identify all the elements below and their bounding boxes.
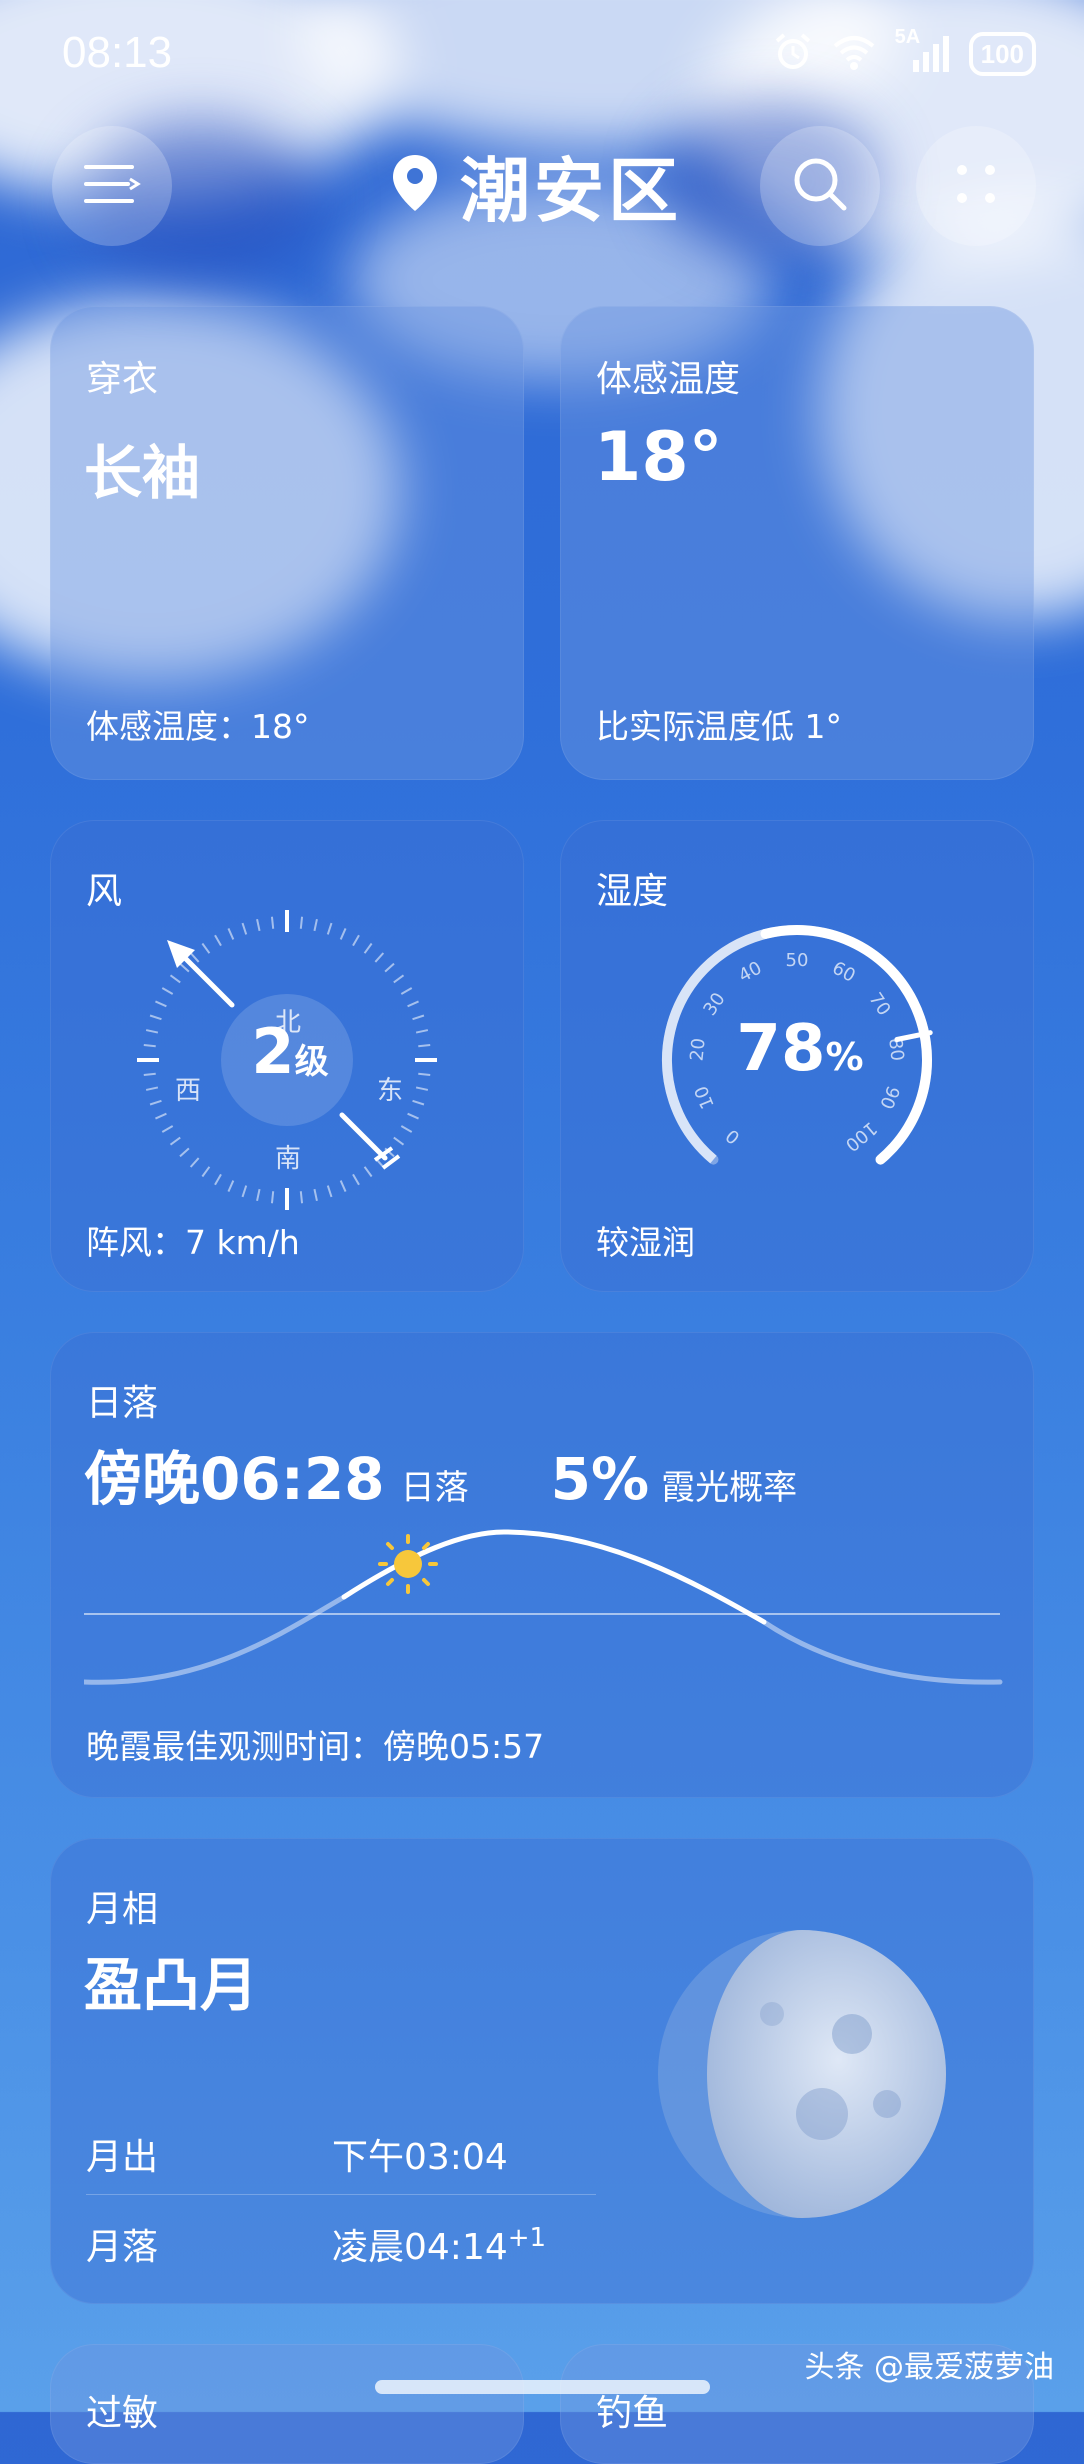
- sunset-card[interactable]: 日落 傍晚06:28 日落 5% 霞光概率 晚霞最佳观测时间：傍晚05:57: [50, 1332, 1034, 1798]
- feels-like-card[interactable]: 体感温度 18° 比实际温度低 1°: [560, 306, 1034, 780]
- home-indicator[interactable]: [375, 2380, 710, 2394]
- feels-like-label: 体感温度：: [86, 707, 251, 746]
- wind-title: 风: [86, 871, 123, 912]
- signal-icon: 5A: [895, 26, 951, 76]
- grid-dots-icon: [946, 154, 1006, 218]
- humidity-description: 较湿润: [596, 1223, 695, 1262]
- best-viewing-value: 傍晚05:57: [383, 1727, 545, 1766]
- humidity-scale-label: 100: [841, 1117, 881, 1155]
- battery-indicator: 100: [968, 32, 1036, 76]
- compass-south: 南: [274, 1144, 301, 1174]
- search-button[interactable]: [760, 126, 880, 246]
- status-icons: 5A 100: [773, 26, 1036, 78]
- feels-like-value: 18°: [251, 707, 310, 746]
- clothing-footer: 体感温度：18°: [86, 700, 310, 748]
- humidity-value: 78: [736, 1012, 826, 1086]
- allergy-title: 过敏: [86, 2393, 159, 2434]
- location[interactable]: 潮安区: [390, 140, 682, 232]
- sunset-summary: 傍晚06:28 日落 5% 霞光概率: [84, 1432, 797, 1516]
- location-pin-icon: [390, 153, 440, 217]
- moon-phase-icon: [658, 1930, 946, 2218]
- humidity-scale-label: 0: [722, 1124, 744, 1147]
- moonset-value-wrap: 凌晨04:14+1: [332, 2218, 546, 2270]
- humidity-unit: %: [825, 1035, 864, 1079]
- moonset-next-day: +1: [507, 2223, 547, 2253]
- humidity-scale-label: 10: [691, 1083, 719, 1112]
- menu-button[interactable]: [52, 126, 172, 246]
- clothing-card[interactable]: 穿衣 长袖 体感温度：18°: [50, 306, 524, 780]
- sunset-time-suffix: 日落: [400, 1468, 469, 1508]
- sun-arc-chart: [84, 1529, 1003, 1685]
- menu-icon: [80, 159, 144, 213]
- alarm-icon: [773, 32, 813, 76]
- moonset-value: 凌晨04:14: [332, 2227, 508, 2268]
- best-viewing-label: 晚霞最佳观测时间：: [86, 1727, 383, 1766]
- humidity-scale-label: 40: [735, 957, 765, 986]
- moonset-label: 月落: [86, 2227, 159, 2268]
- status-time: 08:13: [62, 28, 173, 77]
- sunset-time: 傍晚06:28: [84, 1445, 385, 1513]
- wind-level: 2级: [220, 1015, 360, 1088]
- more-button[interactable]: [916, 126, 1036, 246]
- divider: [86, 2194, 596, 2195]
- feels-like-temperature: 18°: [594, 418, 723, 497]
- moonrise-label: 月出: [86, 2137, 159, 2178]
- watermark: 头条 @最爱菠萝油: [804, 2350, 1054, 2385]
- allergy-card[interactable]: 过敏: [50, 2344, 524, 2464]
- wind-gust: 阵风：7 km/h: [86, 1216, 300, 1264]
- wind-card[interactable]: 风 北 南 西 东 2级 阵风：7 km/h: [50, 820, 524, 1292]
- humidity-scale-label: 90: [875, 1083, 903, 1112]
- gust-label: 阵风：: [86, 1223, 185, 1262]
- top-bar: 潮安区: [0, 120, 1084, 250]
- moon-card[interactable]: 月相 盈凸月 月出 下午03:04 月落 凌晨04:14+1: [50, 1838, 1034, 2304]
- moon-phase: 盈凸月: [84, 1951, 259, 2019]
- sun-icon: [378, 1534, 438, 1594]
- feels-like-title: 体感温度: [596, 359, 741, 400]
- clothing-value: 长袖: [84, 439, 201, 507]
- humidity-card[interactable]: 湿度 0 10 20 30 40 50 60 70 80 90 100 78% 较湿润: [560, 820, 1034, 1292]
- moon-title: 月相: [86, 1889, 159, 1930]
- status-bar: 08:13 5A 100: [0, 0, 1084, 110]
- humidity-scale-label: 60: [829, 957, 859, 986]
- wifi-icon: [831, 32, 877, 76]
- wind-level-unit: 级: [294, 1042, 329, 1082]
- moonrise-value: 下午03:04: [332, 2137, 508, 2178]
- feels-like-footer: 比实际温度低 1°: [596, 707, 842, 746]
- sunset-title: 日落: [86, 1383, 159, 1424]
- best-viewing-time: 晚霞最佳观测时间：傍晚05:57: [86, 1720, 544, 1768]
- humidity-title: 湿度: [596, 871, 669, 912]
- humidity-scale-label: 50: [786, 950, 809, 971]
- wind-level-value: 2: [251, 1015, 295, 1088]
- glow-probability: 5%: [550, 1445, 650, 1513]
- search-icon: [788, 152, 852, 220]
- humidity-reading: 78%: [680, 1012, 920, 1086]
- glow-probability-label: 霞光概率: [661, 1468, 798, 1508]
- clothing-title: 穿衣: [86, 359, 159, 400]
- city-name: 潮安区: [460, 149, 682, 232]
- gust-value: 7 km/h: [185, 1223, 300, 1262]
